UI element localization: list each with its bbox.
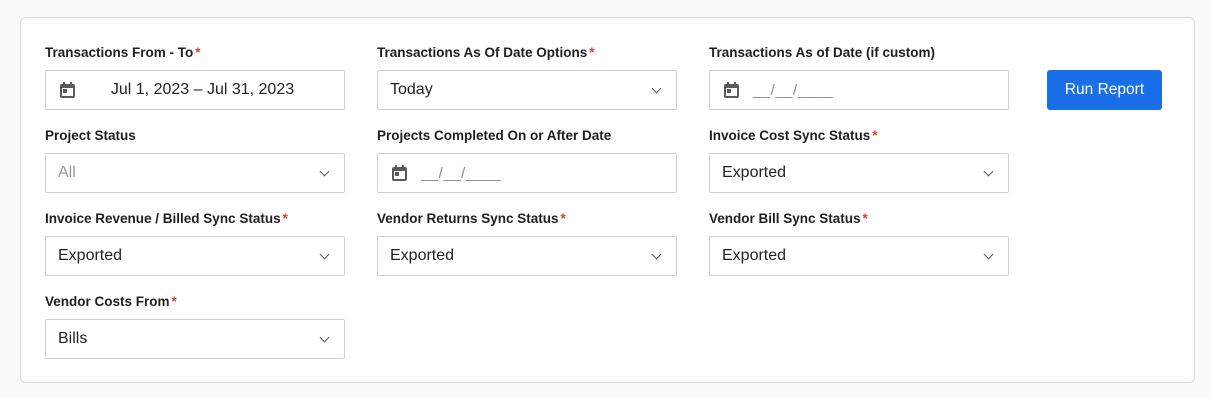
invoice-cost-sync-field: Invoice Cost Sync Status * Exported xyxy=(709,127,1009,193)
vendor-bill-sync-select[interactable]: Exported xyxy=(709,236,1009,276)
transactions-range-label: Transactions From - To xyxy=(45,45,194,60)
invoice-cost-sync-label: Invoice Cost Sync Status xyxy=(709,128,871,143)
as-of-date-input[interactable]: __/__/____ xyxy=(709,70,1009,110)
invoice-revenue-sync-select[interactable]: Exported xyxy=(45,236,345,276)
required-marker: * xyxy=(282,211,288,226)
completed-after-label: Projects Completed On or After Date xyxy=(377,128,612,143)
invoice-cost-sync-select[interactable]: Exported xyxy=(709,153,1009,193)
transactions-range-field: Transactions From - To * Jul 1, 2023 – Ju… xyxy=(45,44,345,110)
as-of-options-select[interactable]: Today xyxy=(377,70,677,110)
vendor-bill-sync-field: Vendor Bill Sync Status * Exported xyxy=(709,210,1009,276)
vendor-costs-from-field: Vendor Costs From * Bills xyxy=(45,293,345,359)
vendor-costs-from-label: Vendor Costs From xyxy=(45,294,170,309)
calendar-icon[interactable] xyxy=(392,165,407,181)
invoice-revenue-sync-value: Exported xyxy=(58,247,123,264)
report-filter-card: Transactions From - To * Jul 1, 2023 – Ju… xyxy=(20,17,1195,383)
vendor-bill-sync-label: Vendor Bill Sync Status xyxy=(709,211,861,226)
vendor-costs-from-value: Bills xyxy=(58,330,88,347)
as-of-date-placeholder: __/__/____ xyxy=(753,81,834,99)
project-status-value: All xyxy=(58,164,76,181)
required-marker: * xyxy=(171,294,177,309)
required-marker: * xyxy=(560,211,566,226)
chevron-down-icon xyxy=(319,166,330,176)
chevron-down-icon xyxy=(983,166,994,176)
chevron-down-icon xyxy=(651,249,662,259)
as-of-options-field: Transactions As Of Date Options * Today xyxy=(377,44,677,110)
required-marker: * xyxy=(589,45,595,60)
required-marker: * xyxy=(872,128,878,143)
invoice-revenue-sync-label: Invoice Revenue / Billed Sync Status xyxy=(45,211,281,226)
vendor-costs-from-select[interactable]: Bills xyxy=(45,319,345,359)
completed-after-placeholder: __/__/____ xyxy=(421,164,502,182)
calendar-icon[interactable] xyxy=(60,82,75,98)
vendor-returns-sync-value: Exported xyxy=(390,247,455,264)
required-marker: * xyxy=(862,211,868,226)
chevron-down-icon xyxy=(651,83,662,93)
as-of-options-value: Today xyxy=(390,81,433,98)
invoice-cost-sync-value: Exported xyxy=(722,164,787,181)
run-report-button[interactable]: Run Report xyxy=(1047,70,1162,110)
vendor-returns-sync-field: Vendor Returns Sync Status * Exported xyxy=(377,210,677,276)
invoice-revenue-sync-field: Invoice Revenue / Billed Sync Status * Ex… xyxy=(45,210,345,276)
chevron-down-icon xyxy=(319,249,330,259)
project-status-select[interactable]: All xyxy=(45,153,345,193)
chevron-down-icon xyxy=(983,249,994,259)
as-of-date-field: Transactions As of Date (if custom) __/_… xyxy=(709,44,1009,110)
vendor-bill-sync-value: Exported xyxy=(722,247,787,264)
chevron-down-icon xyxy=(319,332,330,342)
completed-after-field: Projects Completed On or After Date __/_… xyxy=(377,127,677,193)
vendor-returns-sync-label: Vendor Returns Sync Status xyxy=(377,211,559,226)
project-status-label: Project Status xyxy=(45,128,136,143)
required-marker: * xyxy=(195,45,201,60)
completed-after-input[interactable]: __/__/____ xyxy=(377,153,677,193)
project-status-field: Project Status All xyxy=(45,127,345,193)
transactions-range-value: Jul 1, 2023 – Jul 31, 2023 xyxy=(110,81,295,98)
as-of-date-label: Transactions As of Date (if custom) xyxy=(709,45,936,60)
calendar-icon[interactable] xyxy=(724,82,739,98)
transactions-range-input[interactable]: Jul 1, 2023 – Jul 31, 2023 xyxy=(45,70,345,110)
as-of-options-label: Transactions As Of Date Options xyxy=(377,45,588,60)
vendor-returns-sync-select[interactable]: Exported xyxy=(377,236,677,276)
